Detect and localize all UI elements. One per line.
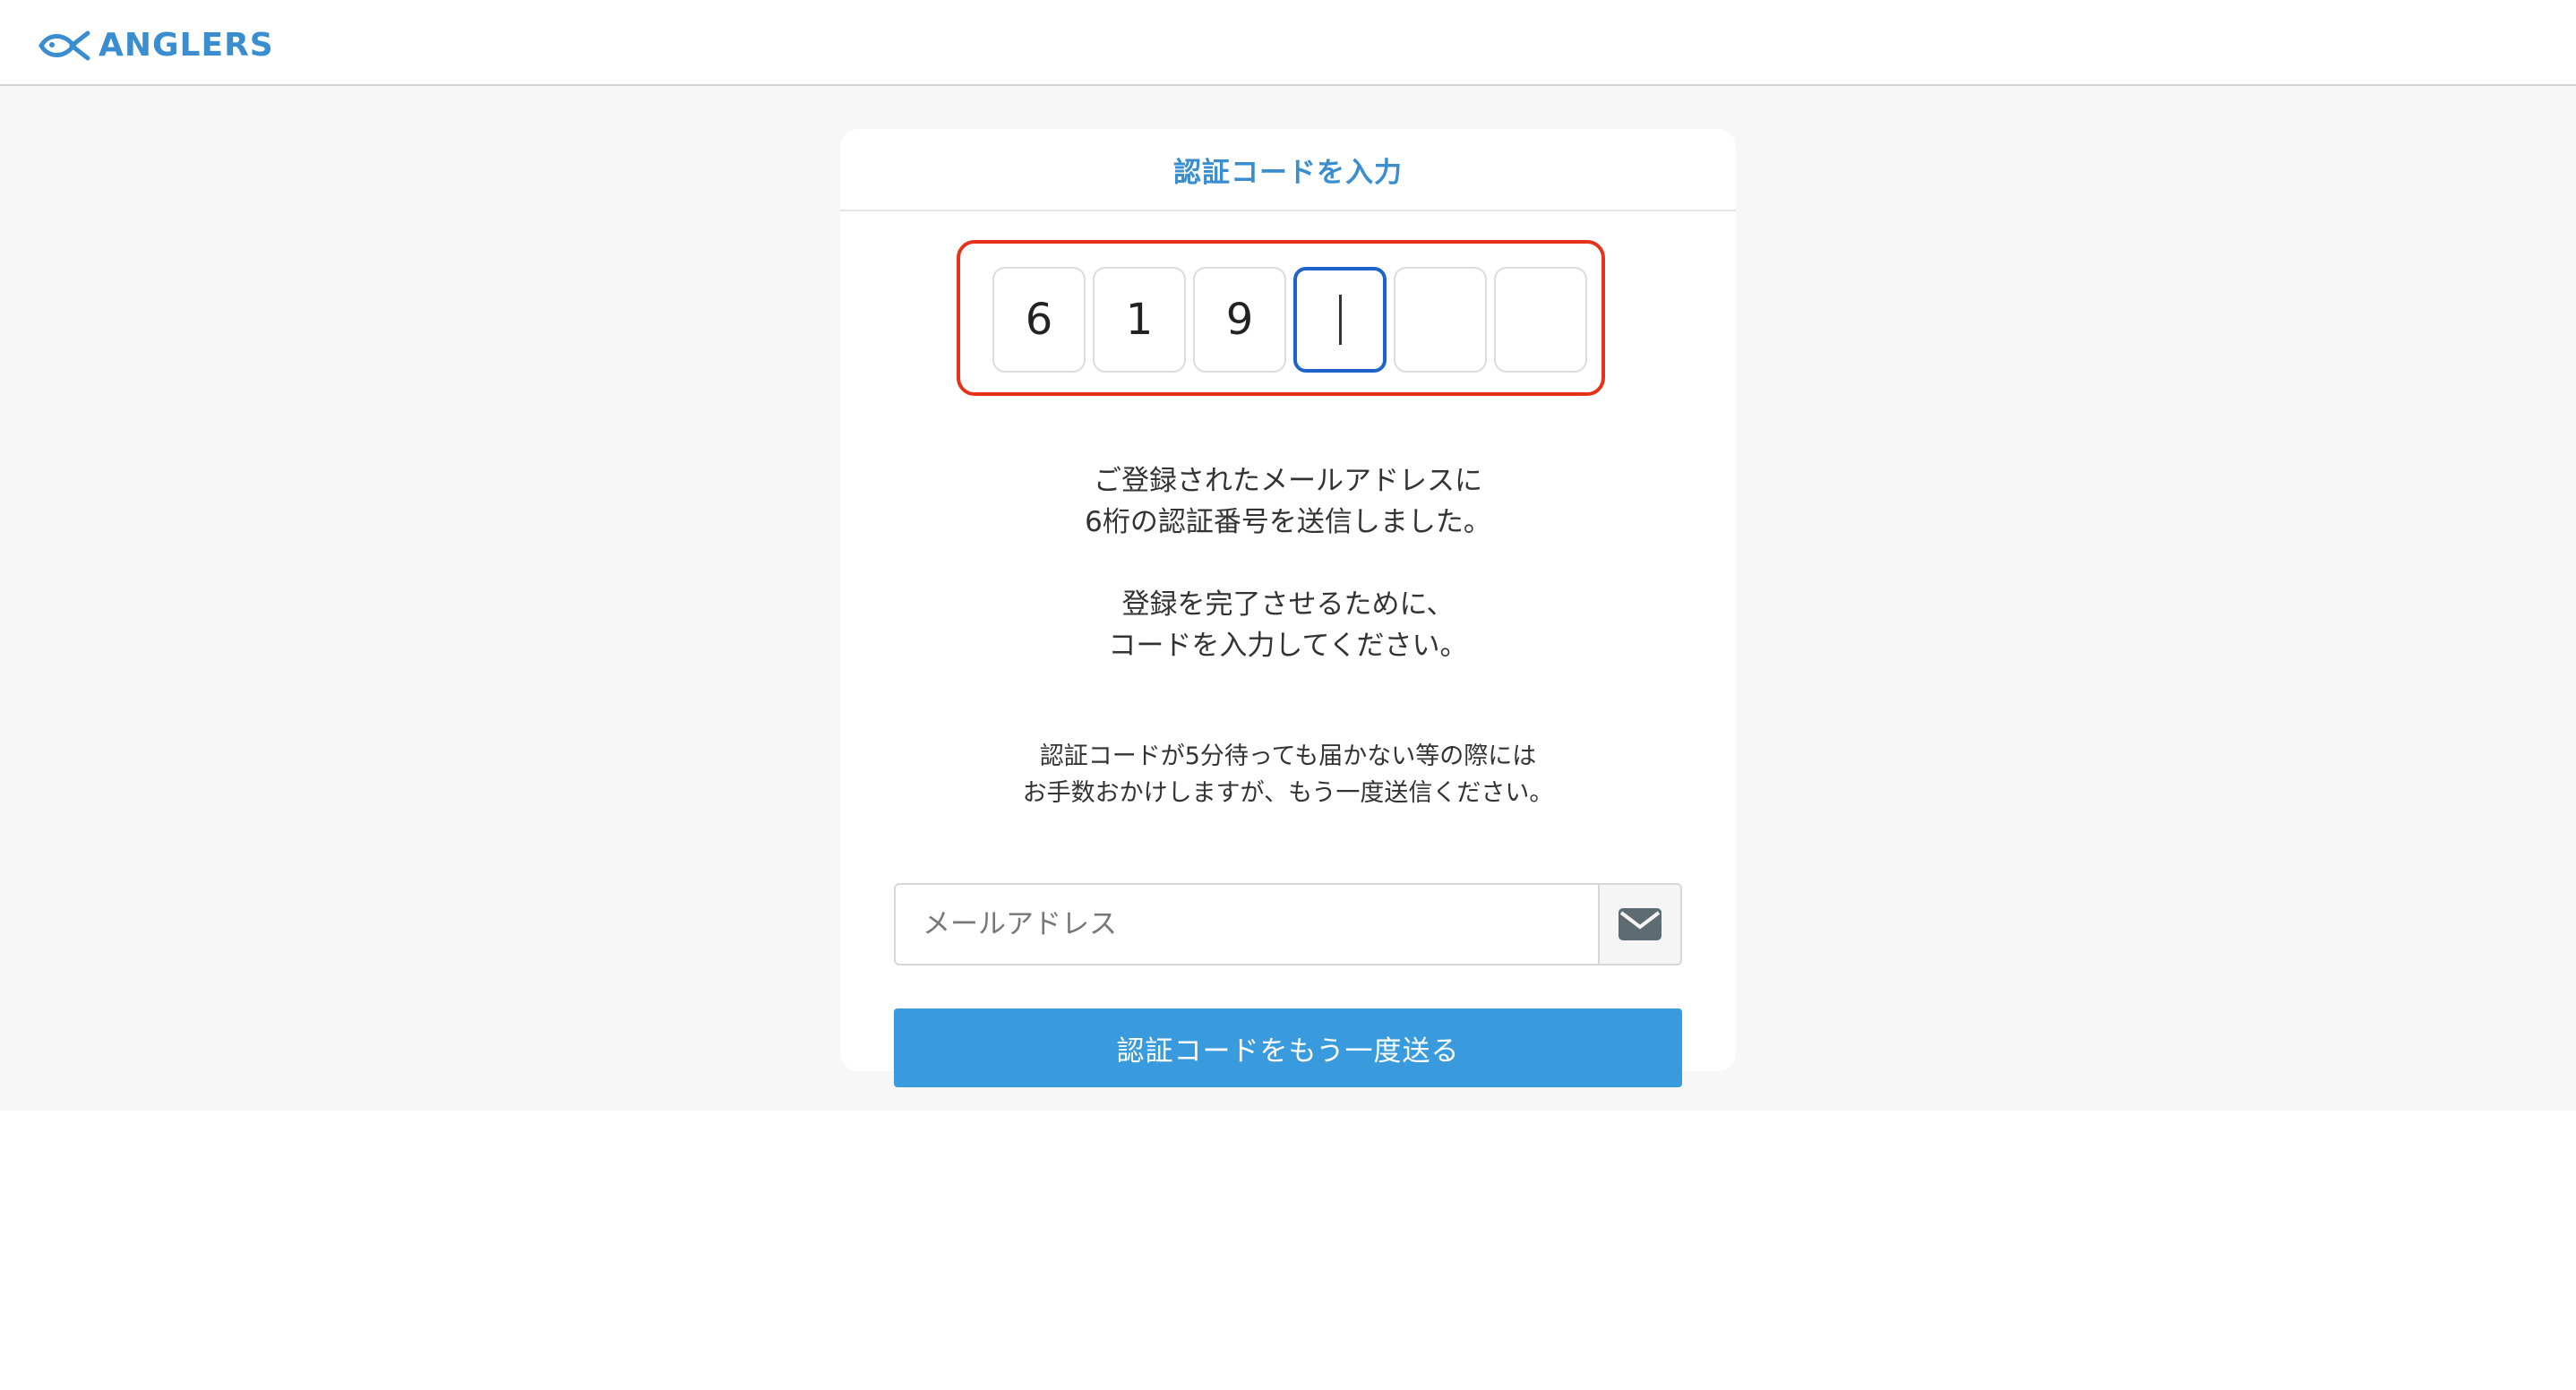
email-addon — [1598, 885, 1680, 964]
code-digit-2[interactable]: 1 — [1093, 267, 1186, 373]
card-title: 認証コードを入力 — [1173, 156, 1403, 189]
anglers-logo[interactable]: ANGLERS — [38, 25, 274, 66]
top-header: ANGLERS — [0, 0, 2576, 86]
email-input[interactable] — [896, 885, 1598, 964]
instruction-message: 登録を完了させるために、 コードを入力してください。 — [840, 584, 1736, 666]
fish-icon — [39, 30, 90, 61]
resend-note-line-2: お手数おかけしますが、もう一度送信ください。 — [1022, 779, 1554, 807]
logo-text: ANGLERS — [99, 27, 274, 64]
instruction-line-1: 登録を完了させるために、 — [1121, 588, 1455, 621]
code-digit-6[interactable] — [1494, 267, 1587, 373]
text-caret — [1338, 295, 1342, 345]
code-digit-3[interactable]: 9 — [1193, 267, 1286, 373]
sent-message-line-1: ご登録されたメールアドレスに — [1094, 465, 1482, 497]
envelope-icon — [1619, 908, 1662, 940]
card-header: 認証コードを入力 — [840, 129, 1736, 211]
main-area: 認証コードを入力 6 1 9 ご登録されたメールアドレスに 6桁の認証番号を送信… — [0, 86, 2576, 1111]
verification-card: 認証コードを入力 6 1 9 ご登録されたメールアドレスに 6桁の認証番号を送信… — [840, 129, 1736, 1087]
resend-note: 認証コードが5分待っても届かない等の際には お手数おかけしますが、もう一度送信く… — [840, 738, 1736, 811]
code-digit-5[interactable] — [1394, 267, 1487, 373]
instruction-line-2: コードを入力してください。 — [1108, 630, 1468, 662]
code-digit-4[interactable] — [1293, 267, 1387, 373]
sent-message-line-2: 6桁の認証番号を送信しました。 — [1085, 506, 1491, 538]
code-input-group: 6 1 9 — [957, 240, 1605, 396]
resend-note-line-1: 認証コードが5分待っても届かない等の際には — [1039, 742, 1537, 770]
email-field — [894, 883, 1682, 965]
code-digit-1[interactable]: 6 — [992, 267, 1086, 373]
sent-message: ご登録されたメールアドレスに 6桁の認証番号を送信しました。 — [840, 460, 1736, 543]
resend-code-button[interactable]: 認証コードをもう一度送る — [894, 1008, 1682, 1087]
